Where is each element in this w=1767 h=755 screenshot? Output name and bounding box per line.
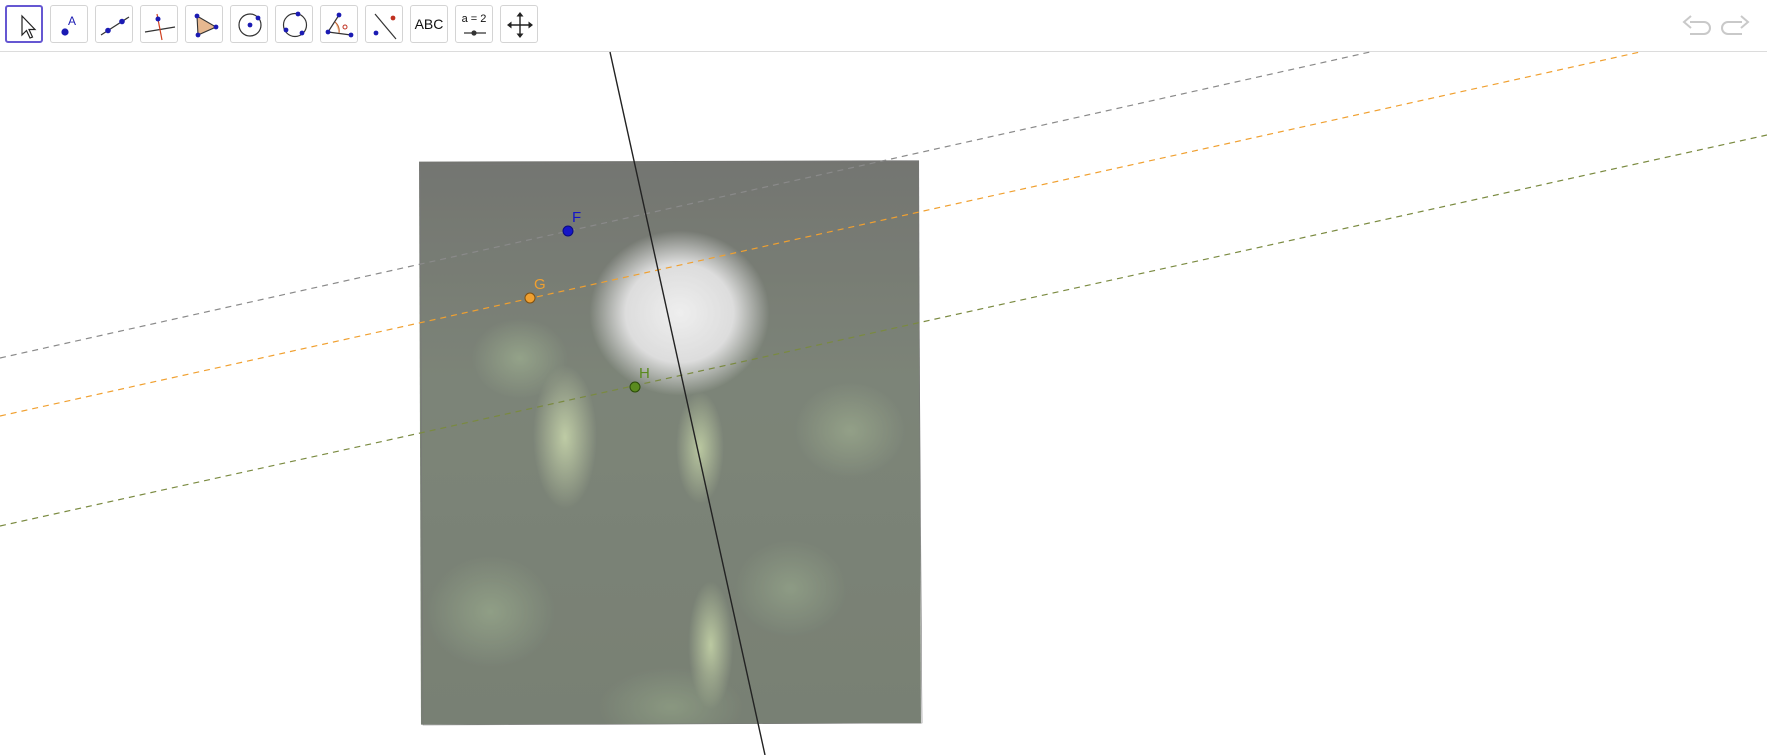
point-f[interactable]: F: [562, 209, 581, 237]
dashed-line-h[interactable]: [0, 134, 1767, 527]
point-g[interactable]: G: [524, 276, 546, 304]
dashed-line-f[interactable]: [0, 51, 1371, 359]
image-border: [419, 160, 923, 726]
point-h[interactable]: H: [629, 365, 650, 393]
dashed-line-g[interactable]: [0, 51, 1641, 417]
point-h-label: H: [639, 365, 650, 382]
graphics-view[interactable]: F G H: [0, 0, 1767, 755]
solid-line[interactable]: [609, 51, 766, 755]
point-g-label: G: [534, 276, 546, 293]
point-f-label: F: [572, 209, 581, 226]
